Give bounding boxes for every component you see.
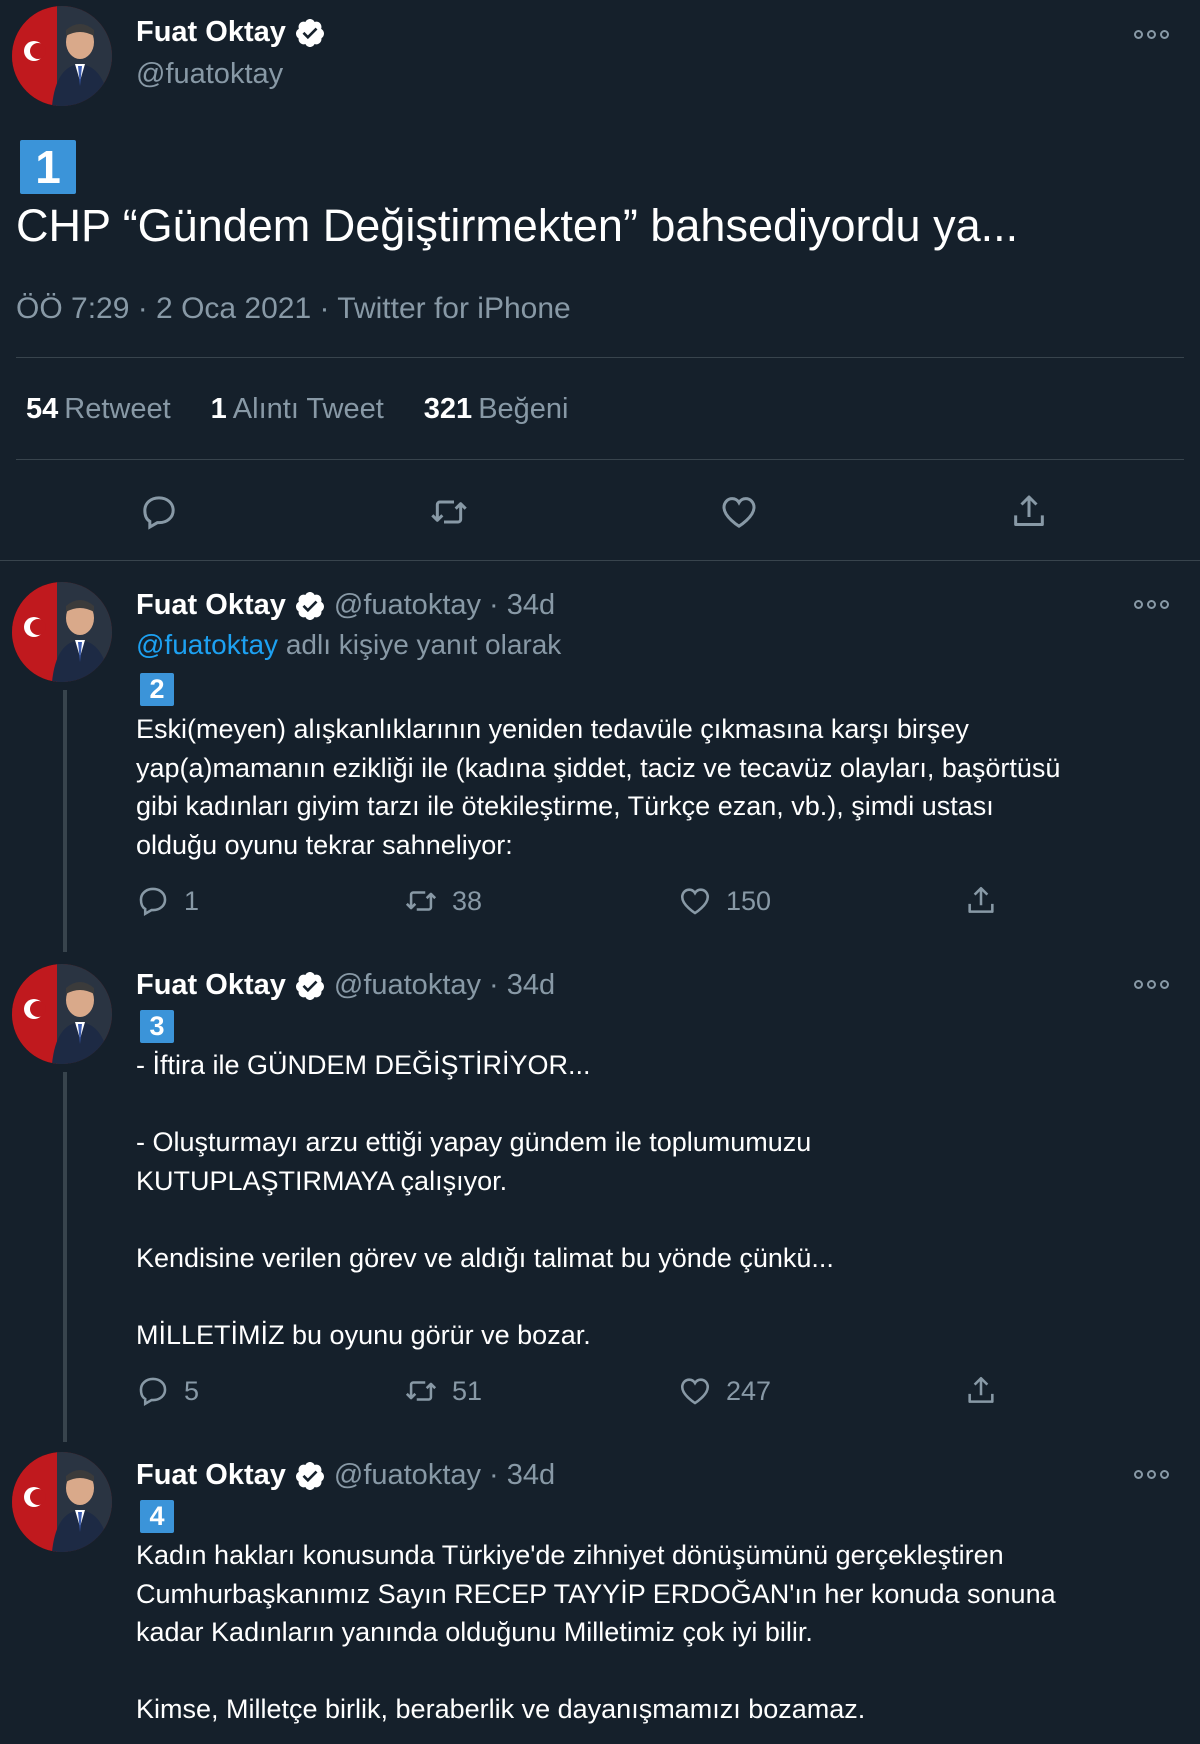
verified-icon [294,1460,326,1492]
more-options-icon[interactable] [1134,980,1170,990]
tweet-age[interactable]: · 34d [489,969,555,1002]
share-button[interactable] [964,1374,998,1408]
tweet-text: Kadın hakları konusunda Türkiye'de zihni… [136,1540,1056,1724]
divider [16,357,1184,358]
thread-number-badge: 3 [140,1010,174,1043]
avatar[interactable] [12,1452,112,1552]
like-icon [719,492,759,532]
retweet-icon [429,492,469,532]
author-handle[interactable]: @fuatoktay [136,58,283,91]
reply-header: Fuat Oktay @fuatoktay · 34d [136,969,555,1002]
reply-icon [139,492,179,532]
share-icon [964,884,998,918]
tweet-text: Eski(meyen) alışkanlıklarının yeniden te… [136,714,1061,860]
tweet-age[interactable]: · 34d [489,1459,555,1492]
thread-number-badge: 1 [20,140,76,194]
retweet-button[interactable] [429,492,469,532]
author-name-text[interactable]: Fuat Oktay [136,589,286,622]
reply-button[interactable]: 5 [136,1374,199,1408]
share-button[interactable] [1009,492,1049,532]
more-options-icon[interactable] [1134,1470,1170,1480]
like-count-link[interactable]: 321 Beğeni [424,393,569,426]
share-button[interactable] [964,884,998,918]
author-name-text[interactable]: Fuat Oktay [136,969,286,1002]
more-options-icon[interactable] [1134,600,1170,610]
retweet-button[interactable]: 51 [404,1374,482,1408]
tweet-actions: 1 38 150 [136,884,1016,924]
tweet-actions: 5 51 247 [136,1374,1016,1414]
like-button[interactable]: 150 [678,884,771,918]
retweet-icon [404,1374,438,1408]
thread-number-badge: 2 [140,673,174,706]
retweet-button[interactable]: 38 [404,884,482,918]
retweet-count: 51 [452,1375,483,1406]
reply-header: Fuat Oktay @fuatoktay · 34d [136,1459,555,1492]
like-button[interactable] [719,492,759,532]
mention-link[interactable]: @fuatoktay [136,629,278,660]
author-handle[interactable]: @fuatoktay [334,969,481,1002]
retweet-count: 38 [452,885,483,916]
avatar[interactable] [12,6,112,106]
retweet-count-link[interactable]: 54 Retweet [26,393,171,426]
reply-button[interactable] [139,492,179,532]
quote-count-link[interactable]: 1 Alıntı Tweet [211,393,384,426]
divider [16,459,1184,460]
thread-line [63,690,67,952]
avatar[interactable] [12,964,112,1064]
tweet-text: CHP “Gündem Değiştirmekten” bahsediyordu… [16,200,1019,251]
reply-icon [136,1374,170,1408]
divider [0,560,1200,561]
author-name[interactable]: Fuat Oktay [136,16,326,49]
like-count: 150 [726,885,772,916]
tweet-age[interactable]: · 34d [489,589,555,622]
verified-icon [294,590,326,622]
share-icon [1009,492,1049,532]
replying-to: @fuatoktay adlı kişiye yanıt olarak [136,629,561,661]
more-options-icon[interactable] [1134,30,1170,40]
avatar[interactable] [12,582,112,682]
verified-icon [294,17,326,49]
author-name-text[interactable]: Fuat Oktay [136,1459,286,1492]
reply-header: Fuat Oktay @fuatoktay · 34d [136,589,555,622]
tweet-meta[interactable]: ÖÖ 7:29 · 2 Oca 2021 · Twitter for iPhon… [16,292,571,326]
reply-icon [136,884,170,918]
like-button[interactable]: 247 [678,1374,771,1408]
verified-icon [294,970,326,1002]
author-handle[interactable]: @fuatoktay [334,1459,481,1492]
like-icon [678,884,712,918]
tweet-stats: 54 Retweet 1 Alıntı Tweet 321 Beğeni [26,393,569,426]
like-count: 247 [726,1375,772,1406]
reply-count: 1 [184,885,200,916]
share-icon [964,1374,998,1408]
tweet-text: - İftira ile GÜNDEM DEĞİŞTİRİYOR... - Ol… [136,1050,834,1350]
thread-line [63,1072,67,1442]
author-name-text[interactable]: Fuat Oktay [136,16,286,49]
replying-to-text: adlı kişiye yanıt olarak [278,629,562,660]
reply-count: 5 [184,1375,200,1406]
like-icon [678,1374,712,1408]
retweet-icon [404,884,438,918]
author-handle[interactable]: @fuatoktay [334,589,481,622]
thread-number-badge: 4 [140,1500,174,1533]
reply-button[interactable]: 1 [136,884,199,918]
